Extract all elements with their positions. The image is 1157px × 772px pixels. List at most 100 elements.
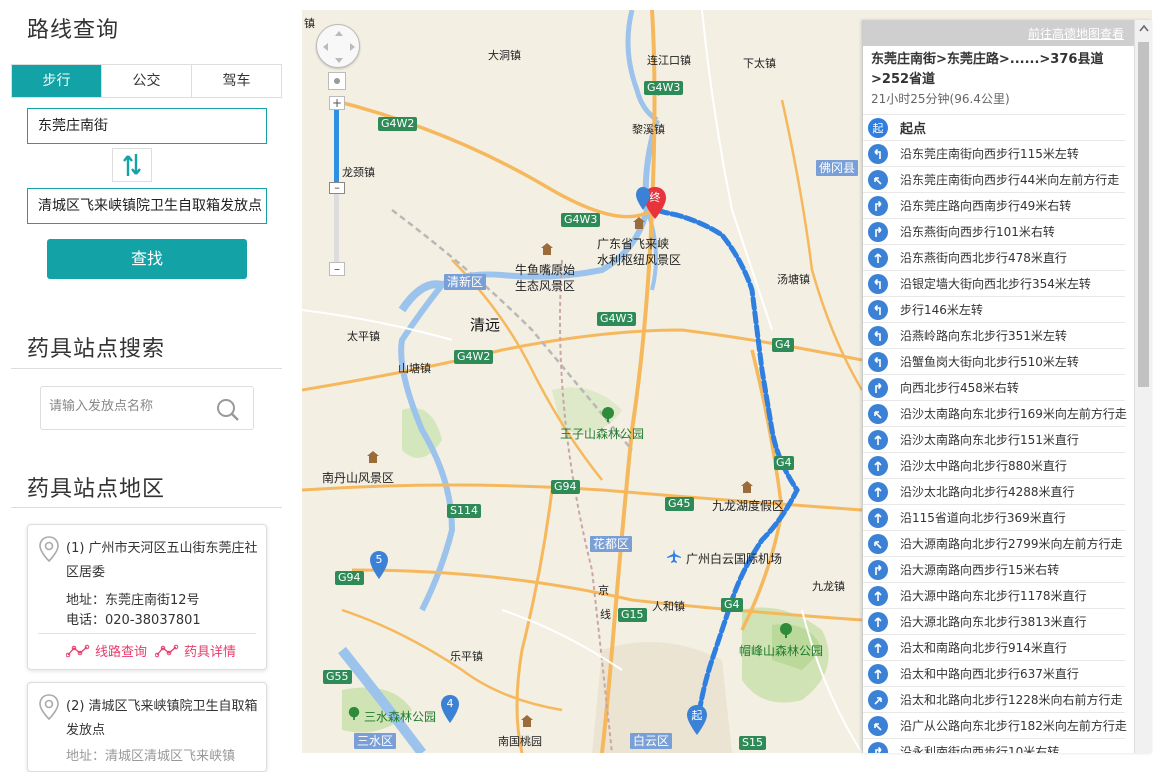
route-step[interactable]: 沿东莞庄南街向西步行44米向左前方行走 xyxy=(863,166,1125,192)
route-step-text: 沿东燕街向西北步行478米直行 xyxy=(900,251,1067,265)
turn-right-icon xyxy=(868,221,888,242)
poi-label: 九龙湖度假区 xyxy=(712,499,785,513)
straight-arrow-icon xyxy=(868,663,888,684)
route-step[interactable]: 沿沙太北路向北步行4288米直行 xyxy=(863,478,1125,504)
route-step-text: 沿大源南路向北步行2799米向左前方行走 xyxy=(900,537,1123,551)
route-step-text: 沿115省道向北步行369米直行 xyxy=(900,511,1066,525)
turn-left-icon xyxy=(868,351,888,372)
route-step[interactable]: 起 起点 xyxy=(863,114,1125,140)
kit-detail-link[interactable]: 药具详情 xyxy=(155,641,236,660)
panel-scrollbar[interactable] xyxy=(1134,20,1152,753)
route-step[interactable]: 沿115省道向北步行369米直行 xyxy=(863,504,1125,530)
road-badge: G45 xyxy=(665,497,694,511)
district-label: 佛冈县 xyxy=(816,160,859,176)
road-badge: G4 xyxy=(721,598,743,612)
pan-control[interactable] xyxy=(316,24,360,68)
zoom-handle[interactable]: – xyxy=(329,182,345,194)
poi-label: 帽峰山森林公园 xyxy=(739,644,824,658)
route-step[interactable]: 沿东莞庄南街向西步行115米左转 xyxy=(863,140,1125,166)
route-step[interactable]: 沿蟹鱼岗大街向北步行510米左转 xyxy=(863,348,1125,374)
route-step[interactable]: 沿太和北路向北步行1228米向右前方行走 xyxy=(863,686,1125,712)
open-amap-link[interactable]: 前往高德地图查看 xyxy=(1028,27,1124,41)
find-button[interactable]: 查找 xyxy=(47,239,247,279)
map-label: 汤塘镇 xyxy=(777,273,810,286)
scenic-spot-icon xyxy=(541,243,553,255)
district-label: 白云区 xyxy=(630,733,673,749)
route-step[interactable]: 向西北步行458米右转 xyxy=(863,374,1125,400)
route-step-text: 沿永利南街向西步行10米右转 xyxy=(900,745,1060,753)
route-step[interactable]: 沿燕岭路向东北步行351米左转 xyxy=(863,322,1125,348)
poi-label: 王子山森林公园 xyxy=(560,427,645,441)
destination-input[interactable]: 清城区飞来峡镇院卫生自取箱发放点 xyxy=(27,188,267,224)
zoom-slider[interactable]: – xyxy=(329,110,345,262)
route-step[interactable]: 沿广从公路向东北步行182米向左前方行走 xyxy=(863,712,1127,738)
route-step[interactable]: 沿太和南路向北步行914米直行 xyxy=(863,634,1125,660)
road-badge: G15 xyxy=(618,608,647,622)
search-icon[interactable] xyxy=(215,397,241,427)
route-step[interactable]: 沿沙太南路向东北步行169米向左前方行走 xyxy=(863,400,1127,426)
start-marker[interactable]: 起 xyxy=(686,704,708,736)
tab-walk[interactable]: 步行 xyxy=(12,65,102,97)
tab-drive[interactable]: 驾车 xyxy=(192,65,281,97)
route-step[interactable]: 沿沙太南路向东北步行151米直行 xyxy=(863,426,1125,452)
marker-label: 5 xyxy=(375,553,383,566)
route-step-text: 向西北步行458米右转 xyxy=(900,381,1019,395)
road-badge: G94 xyxy=(335,571,364,585)
straight-arrow-icon xyxy=(868,611,888,632)
origin-input[interactable]: 东莞庄南街 xyxy=(27,108,267,144)
route-step-text: 沿太和中路向西北步行637米直行 xyxy=(900,667,1079,681)
map-label: 太平镇 xyxy=(347,330,380,343)
station-search-title: 药具站点搜索 xyxy=(27,337,166,362)
route-step-text: 步行146米左转 xyxy=(900,303,983,317)
route-step[interactable]: 沿太和中路向西北步行637米直行 xyxy=(863,660,1125,686)
station-marker[interactable]: 5 xyxy=(369,550,389,580)
route-query-link[interactable]: 线路查询 xyxy=(66,641,147,660)
road-badge: G94 xyxy=(551,480,580,494)
route-step[interactable]: 沿大源北路向东北步行3813米直行 xyxy=(863,608,1125,634)
turn-left-icon xyxy=(868,273,888,294)
straight-arrow-icon xyxy=(868,585,888,606)
marker-label: 4 xyxy=(446,697,454,710)
route-step[interactable]: 沿大源中路向东北步行1178米直行 xyxy=(863,582,1125,608)
route-step[interactable]: 沿永利南街向西步行10米右转 xyxy=(863,738,1125,753)
airport-icon xyxy=(667,549,681,563)
station-marker[interactable]: 4 xyxy=(440,694,460,724)
route-step[interactable]: 沿大源南路向北步行2799米向左前方行走 xyxy=(863,530,1125,556)
route-step-text: 起点 xyxy=(900,122,927,137)
route-step[interactable]: 沿沙太中路向北步行880米直行 xyxy=(863,452,1125,478)
straight-arrow-icon xyxy=(868,507,888,528)
route-step[interactable]: 沿东燕街向西步行101米右转 xyxy=(863,218,1125,244)
zoom-out-button[interactable]: – xyxy=(329,262,345,276)
route-summary: 21小时25分钟(96.4公里) xyxy=(871,92,1010,106)
bear-left-icon xyxy=(868,169,888,190)
card-divider xyxy=(38,633,256,634)
route-step[interactable]: 步行146米左转 xyxy=(863,296,1125,322)
location-pin-icon xyxy=(38,693,60,725)
straight-arrow-icon xyxy=(868,455,888,476)
road-badge: G4 xyxy=(772,338,794,352)
tab-transit[interactable]: 公交 xyxy=(102,65,192,97)
zoom-in-button[interactable]: + xyxy=(329,96,345,110)
scroll-thumb[interactable] xyxy=(1138,42,1149,387)
bear-right-icon xyxy=(868,689,888,710)
scroll-up-icon[interactable] xyxy=(1139,24,1149,32)
route-step-text: 沿东莞庄南街向西步行115米左转 xyxy=(900,147,1079,161)
station-links: 线路查询 药具详情 xyxy=(66,641,236,660)
station-address: 地址：清城区清城区飞来峡镇 xyxy=(66,749,236,764)
route-step[interactable]: 沿银定墙大街向西北步行354米左转 xyxy=(863,270,1125,296)
poi-label: 广州白云国际机场 xyxy=(686,552,783,566)
turn-left-icon xyxy=(868,299,888,320)
route-step[interactable]: 沿东燕街向西北步行478米直行 xyxy=(863,244,1125,270)
station-search-input[interactable] xyxy=(49,399,209,414)
route-step-text: 沿太和南路向北步行914米直行 xyxy=(900,641,1067,655)
route-step[interactable]: 沿大源南路向西步行15米右转 xyxy=(863,556,1125,582)
turn-right-icon xyxy=(868,195,888,216)
road-badge: G55 xyxy=(323,670,352,684)
route-step[interactable]: 沿东莞庄路向西南步行49米右转 xyxy=(863,192,1125,218)
road-badge: G4W3 xyxy=(644,81,684,95)
locate-button[interactable] xyxy=(328,72,346,90)
swap-button[interactable] xyxy=(112,148,152,182)
station-phone: 电话：020-38037801 xyxy=(66,613,201,628)
swap-arrows-icon xyxy=(123,154,141,176)
divider xyxy=(11,507,282,508)
